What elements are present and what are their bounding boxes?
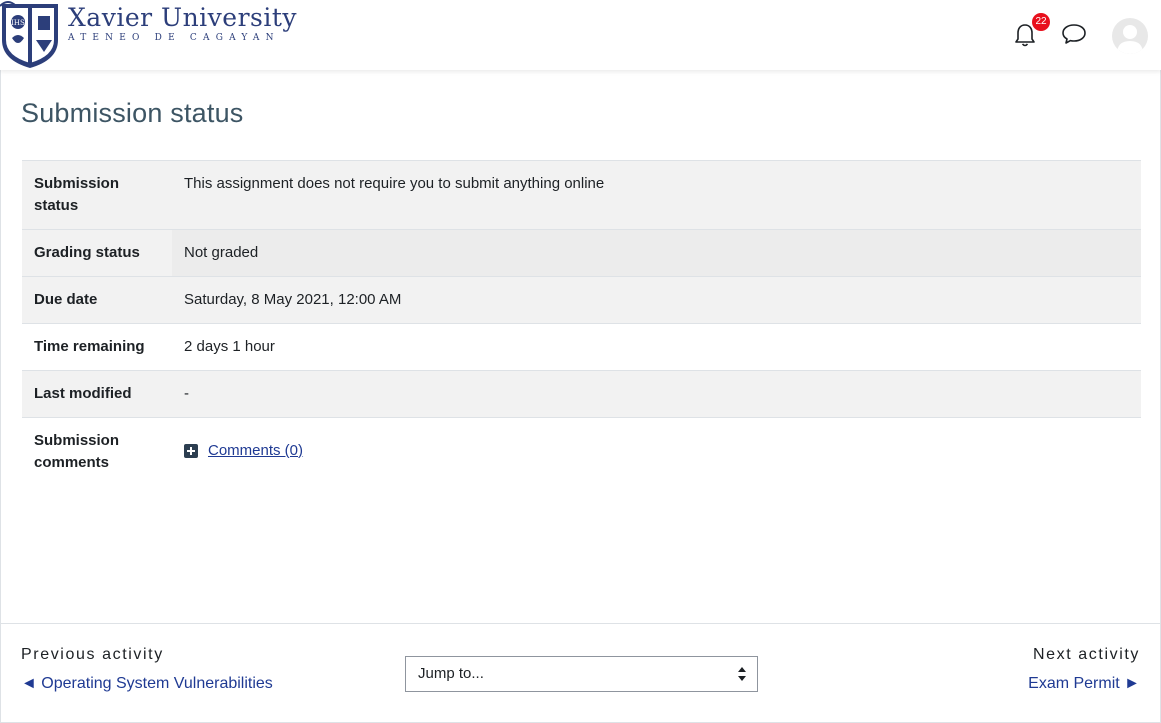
svg-text:IHS: IHS bbox=[11, 19, 25, 27]
select-arrows-icon bbox=[738, 667, 746, 681]
row-label: Last modified bbox=[34, 385, 132, 402]
comments-toggle-link[interactable]: Comments (0) bbox=[184, 440, 303, 462]
row-label: Grading status bbox=[22, 229, 172, 277]
chat-icon[interactable] bbox=[1061, 22, 1087, 46]
row-value: Saturday, 8 May 2021, 12:00 AM bbox=[184, 291, 402, 308]
row-label: Due date bbox=[34, 291, 98, 308]
user-silhouette-icon bbox=[1117, 25, 1143, 54]
table-row: Time remaining 2 days 1 hour bbox=[22, 323, 1141, 371]
crest-icon: IHS bbox=[0, 1, 58, 68]
row-value: 2 days 1 hour bbox=[184, 338, 275, 355]
row-value: This assignment does not require you to … bbox=[184, 175, 605, 192]
main-content: Submission status Submission status This… bbox=[0, 70, 1161, 623]
table-row: Submission status This assignment does n… bbox=[22, 160, 1141, 230]
notification-badge[interactable]: 22 bbox=[1032, 13, 1050, 31]
site-logo[interactable]: IHS Xavier University ATENEO DE CAGAYAN bbox=[0, 0, 297, 70]
row-label: Submission status bbox=[34, 175, 120, 214]
next-activity-link[interactable]: Exam Permit ► bbox=[1028, 675, 1140, 693]
table-row: Submission comments Comments (0) bbox=[22, 417, 1141, 487]
brand-name: Xavier University bbox=[68, 3, 298, 32]
brand-subtitle: ATENEO DE CAGAYAN bbox=[68, 33, 280, 43]
row-value: - bbox=[184, 385, 189, 402]
table-row: Due date Saturday, 8 May 2021, 12:00 AM bbox=[22, 276, 1141, 324]
navbar: IHS Xavier University ATENEO DE CAGAYAN … bbox=[0, 0, 1161, 70]
row-label: Submission comments bbox=[34, 432, 120, 471]
row-value: Not graded bbox=[172, 229, 1141, 277]
next-activity-label: Next activity bbox=[1032, 646, 1140, 663]
user-avatar[interactable] bbox=[1112, 18, 1148, 54]
expand-plus-icon bbox=[184, 443, 198, 458]
submission-status-table: Submission status This assignment does n… bbox=[22, 160, 1141, 486]
comments-link-label: Comments (0) bbox=[208, 441, 304, 459]
row-label: Time remaining bbox=[34, 338, 145, 355]
table-row: Grading status Not graded bbox=[22, 229, 1141, 277]
previous-activity-link[interactable]: ◄ Operating System Vulnerabilities bbox=[21, 675, 273, 693]
jump-to-select[interactable]: Jump to... bbox=[405, 656, 758, 692]
row-value: Comments (0) bbox=[172, 418, 1141, 487]
jump-to-placeholder: Jump to... bbox=[418, 665, 484, 682]
activity-navigation: Previous activity ◄ Operating System Vul… bbox=[0, 623, 1161, 723]
previous-activity-label: Previous activity bbox=[21, 646, 164, 663]
page-title: Submission status bbox=[21, 98, 244, 128]
table-row: Last modified - bbox=[22, 370, 1141, 418]
